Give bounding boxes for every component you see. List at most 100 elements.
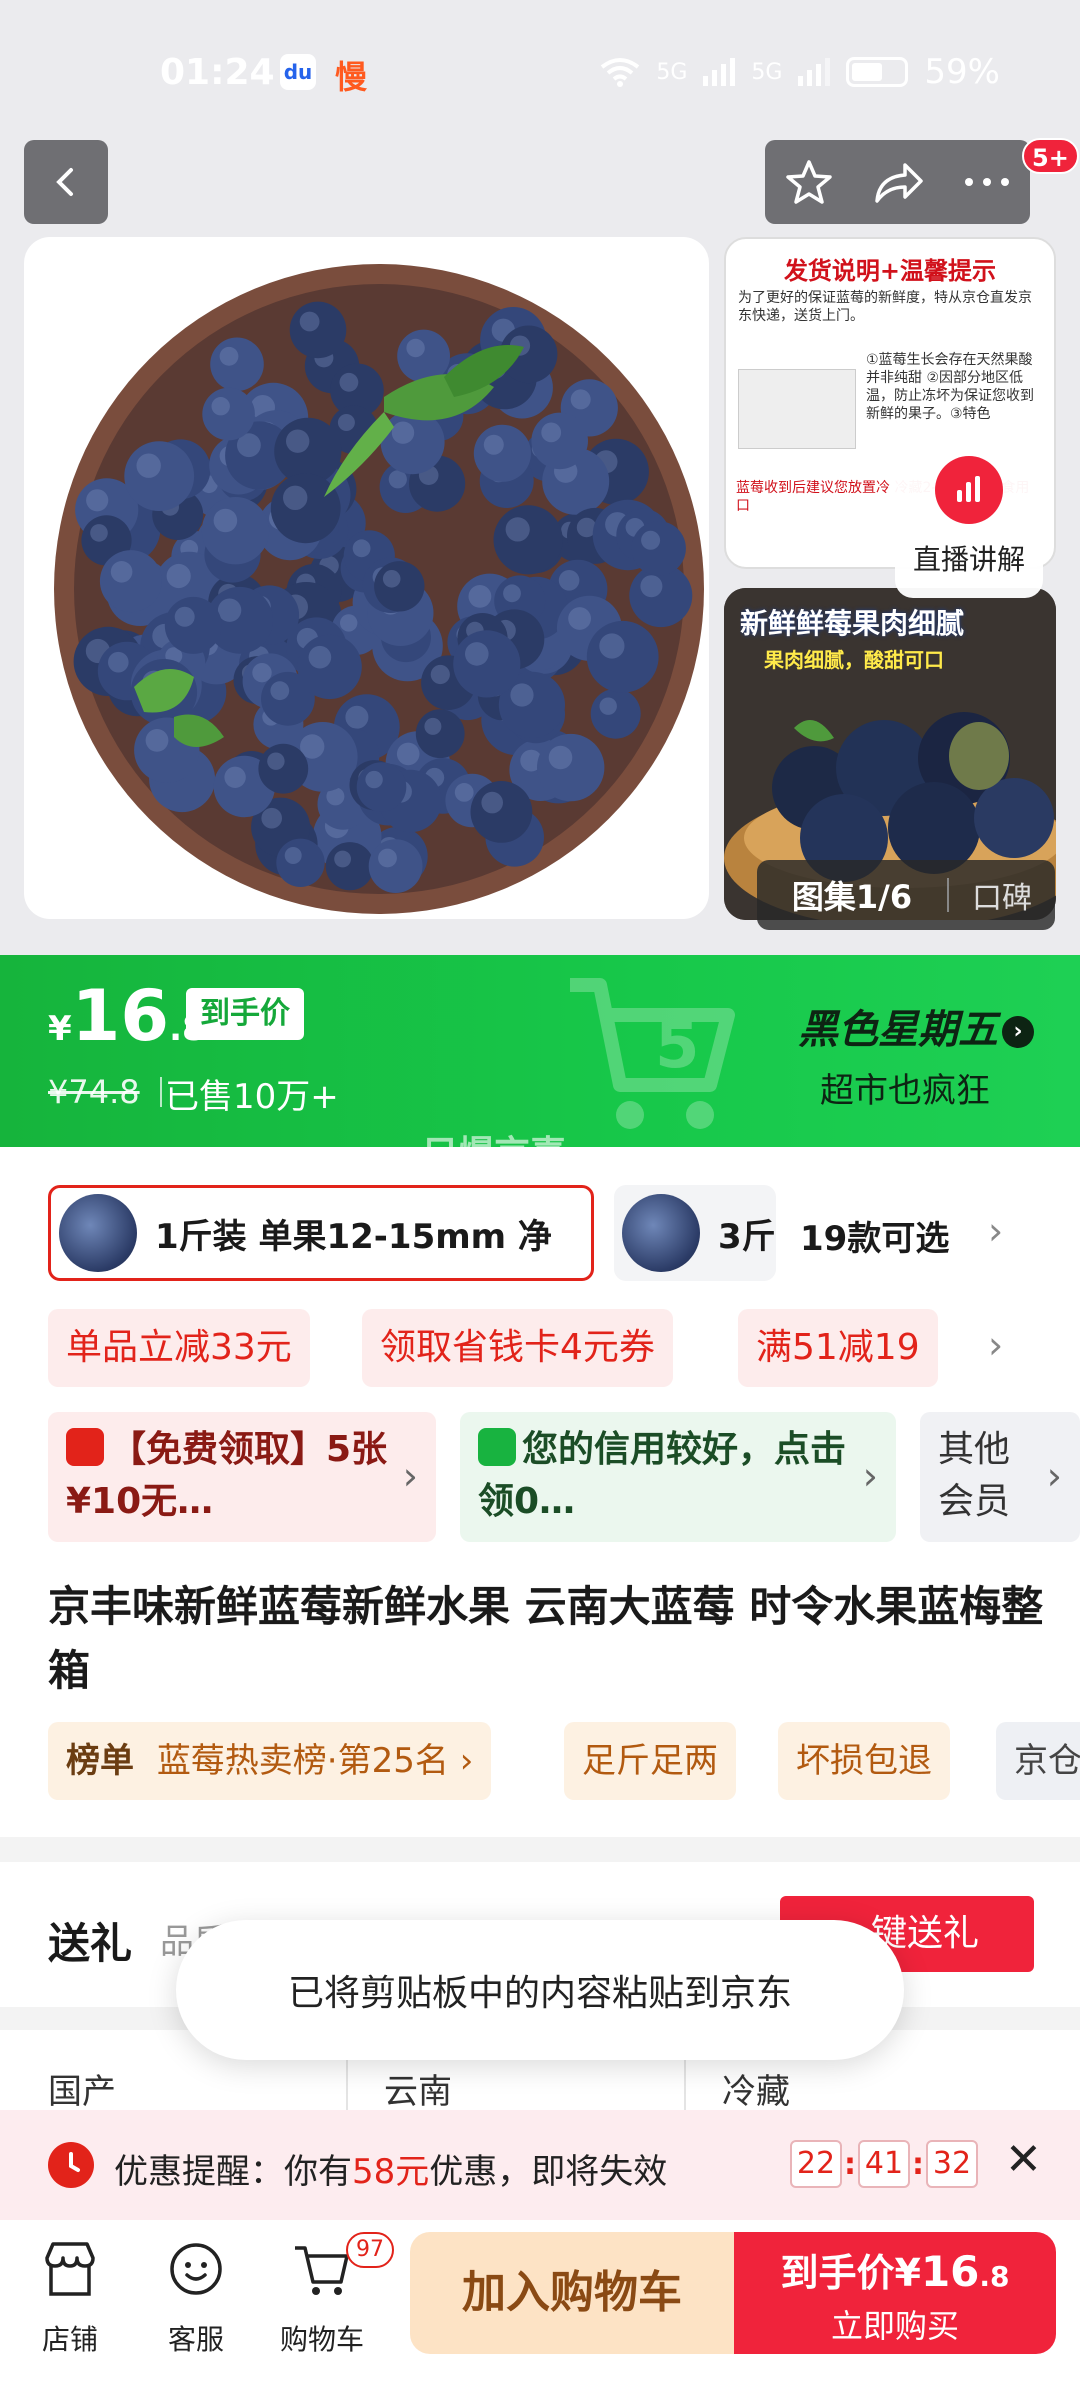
nav-cart-label: 购物车 xyxy=(279,2323,364,2356)
countdown-timer: 22 : 41 : 32 xyxy=(790,2140,978,2188)
chevron-right-icon: › xyxy=(402,1454,418,1498)
blueberry-highlight xyxy=(378,848,397,868)
blueberry-highlight xyxy=(548,745,573,770)
blueberry xyxy=(276,838,325,887)
blueberry-highlight xyxy=(284,847,302,864)
blueberry-highlight xyxy=(145,729,169,752)
warehouse-tag[interactable]: 京仓 xyxy=(996,1722,1080,1800)
back-button[interactable] xyxy=(24,140,108,224)
blueberry-highlight xyxy=(334,850,351,868)
promo-subtitle: 超市也疯狂 xyxy=(820,1071,990,1111)
chevron-right-icon[interactable]: › xyxy=(988,1323,1003,1367)
blueberry-highlight xyxy=(483,434,504,455)
blueberry xyxy=(415,709,465,759)
blueberry-highlight xyxy=(558,570,580,591)
nav-service[interactable]: 客服 xyxy=(136,2238,256,2358)
countdown-seconds: 32 xyxy=(926,2140,978,2188)
chevron-right-icon: › xyxy=(862,1454,878,1498)
add-to-cart-button[interactable]: 加入购物车 xyxy=(410,2232,734,2354)
nav-shop[interactable]: 店铺 xyxy=(10,2238,130,2358)
album-reviews-tab[interactable]: 口碑 xyxy=(949,873,1055,917)
buy-price-decimal: .8 xyxy=(979,2260,1010,2293)
spec-region: 云南 xyxy=(384,2072,452,2112)
album-counter[interactable]: 图集1/6 口碑 xyxy=(757,860,1055,930)
blueberry-highlight xyxy=(481,791,504,814)
variant-count[interactable]: 19款可选 xyxy=(800,1211,949,1260)
price-currency: ¥ xyxy=(48,1009,72,1049)
ranking-tag[interactable]: 榜单 蓝莓热卖榜·第25名 › xyxy=(48,1722,492,1800)
close-icon[interactable]: ✕ xyxy=(1005,2134,1042,2185)
blueberry xyxy=(164,596,222,654)
star-icon[interactable] xyxy=(784,157,834,207)
blueberry xyxy=(631,521,686,576)
calendar-icon xyxy=(66,1428,104,1466)
blueberry xyxy=(453,630,521,698)
blueberry xyxy=(99,550,162,613)
share-icon[interactable] xyxy=(871,157,925,207)
main-product-image[interactable] xyxy=(24,237,709,919)
countdown-minutes: 41 xyxy=(858,2140,910,2188)
blueberry xyxy=(374,561,425,612)
status-app-text: 慢 xyxy=(335,58,368,96)
credit-offer-card[interactable]: 您的信用较好，点击领0… › xyxy=(460,1412,896,1542)
coupon-item[interactable]: 领取省钱卡4元券 xyxy=(362,1309,673,1387)
blueberry-highlight xyxy=(219,346,239,366)
sold-count: 已售10万+ xyxy=(165,1077,339,1117)
blueberry-highlight xyxy=(599,697,617,715)
buy-now-button[interactable]: 到手价¥16.8 立即购买 xyxy=(734,2232,1056,2354)
variant-selector: 1斤装 单果12-15mm 净 3斤 19款可选 › xyxy=(48,1185,1080,1281)
blueberry-highlight xyxy=(108,651,129,673)
blueberry xyxy=(201,497,270,565)
blueberry xyxy=(325,842,374,891)
blueberry xyxy=(124,441,195,511)
black-friday-promo[interactable]: 黑色星期五 › xyxy=(798,997,1034,1055)
credit-offer-text: 您的信用较好，点击领0… xyxy=(478,1424,878,1528)
notification-badge: 5+ xyxy=(1022,138,1079,174)
nav-cart[interactable]: 97 购物车 xyxy=(262,2232,394,2358)
quality-tag[interactable]: 足斤足两 xyxy=(564,1722,736,1800)
blueberry xyxy=(470,781,533,843)
chevron-right-icon[interactable]: › xyxy=(988,1209,1003,1253)
blueberry xyxy=(258,743,309,794)
blueberry-highlight xyxy=(308,645,332,669)
blueberry-highlight xyxy=(510,683,534,707)
variant-option[interactable]: 3斤 xyxy=(614,1185,776,1281)
blueberry-highlight xyxy=(213,508,238,533)
coupon-item[interactable]: 满51减19 xyxy=(738,1309,938,1387)
clock-icon xyxy=(48,2142,94,2188)
other-member-card[interactable]: 其他会员 › xyxy=(920,1412,1080,1542)
free-coupon-label: 【免费领取】5张¥10无… xyxy=(66,1429,388,1522)
blueberry-highlight xyxy=(352,539,371,558)
free-coupon-card[interactable]: 【免费领取】5张¥10无… › xyxy=(48,1412,436,1542)
original-price: ¥74.8 xyxy=(48,1073,140,1111)
blueberry-highlight xyxy=(430,664,450,685)
blueberry-highlight xyxy=(570,389,591,410)
live-explain-button[interactable]: 直播讲解 xyxy=(895,438,1043,598)
wifi-icon xyxy=(601,58,640,87)
blueberry xyxy=(537,733,605,802)
discount-reminder[interactable]: 优惠提醒：你有58元优惠，即将失效 22 : 41 : 32 ✕ xyxy=(0,2110,1080,2220)
variant-thumbnail xyxy=(622,1194,700,1272)
price-divider xyxy=(160,1077,162,1107)
thumb-shipping-text: 为了更好的保证蓝莓的新鲜度，特从京仓直发京东快递，送货上门。 xyxy=(738,290,1032,324)
refund-tag[interactable]: 坏损包退 xyxy=(778,1722,950,1800)
live-bars-icon xyxy=(935,456,1003,524)
promo-title-text: 黑色星期五 xyxy=(798,1007,998,1053)
shopping-cart-icon xyxy=(295,2246,349,2295)
blueberry-highlight xyxy=(640,575,663,598)
buy-price-currency: ¥ xyxy=(894,2251,921,2295)
more-icon[interactable] xyxy=(962,172,1012,192)
album-count: 图集1/6 xyxy=(791,878,913,916)
price-integer: 16 xyxy=(71,975,170,1057)
thumb-berries-title: 新鲜鲜莓果肉细腻 xyxy=(740,607,965,640)
blueberry-highlight xyxy=(345,705,369,729)
blueberry-highlight xyxy=(641,530,661,550)
coupon-item[interactable]: 单品立减33元 xyxy=(48,1309,310,1387)
variant-option-selected[interactable]: 1斤装 单果12-15mm 净 xyxy=(48,1185,594,1281)
chevron-right-icon: › xyxy=(1002,1016,1034,1048)
product-info-card: 1斤装 单果12-15mm 净 3斤 19款可选 › 单品立减33元 领取省钱卡… xyxy=(0,1147,1080,1837)
blueberry xyxy=(586,620,659,693)
blueberry-highlight xyxy=(505,517,530,542)
blueberry xyxy=(356,762,407,812)
blueberry-highlight xyxy=(267,752,285,770)
